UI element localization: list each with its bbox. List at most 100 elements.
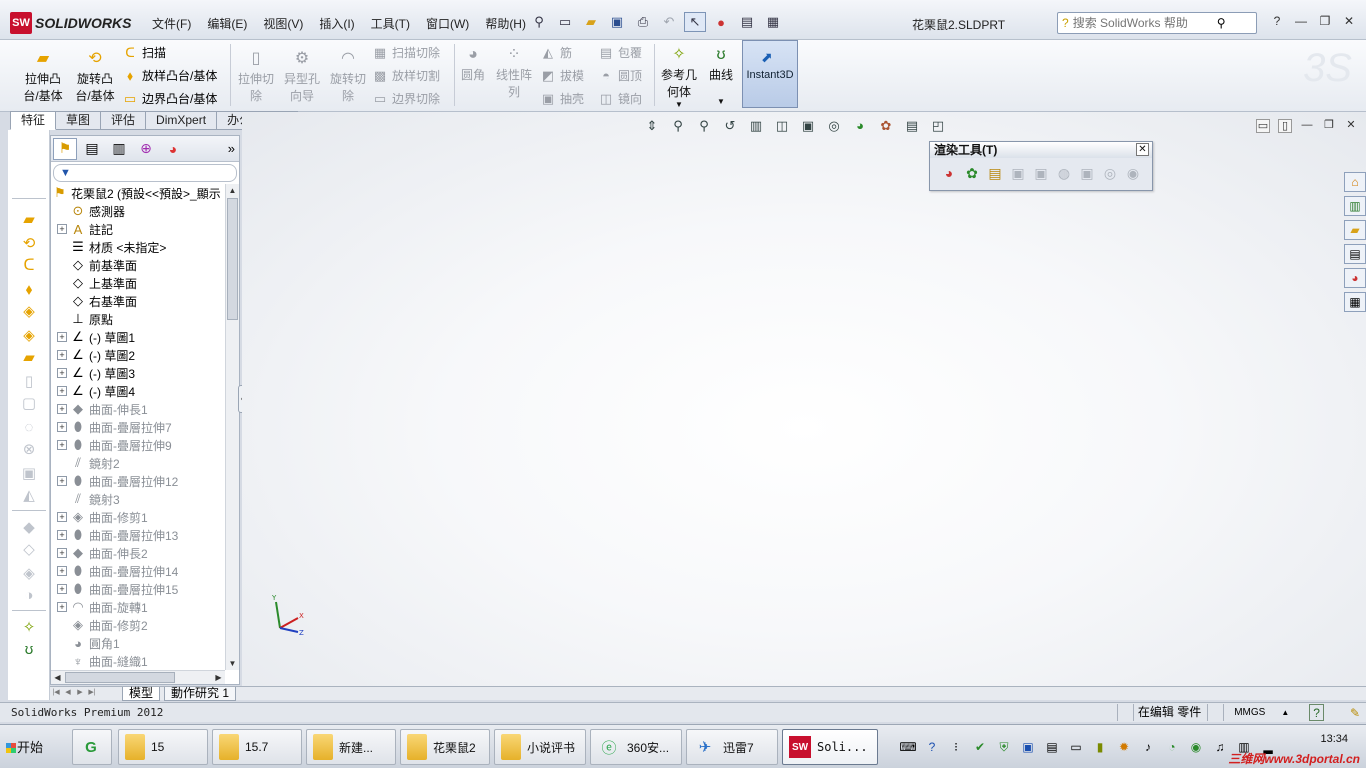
expand-plus-icon[interactable]: + <box>57 476 67 486</box>
tree-node[interactable]: ⊥ 原點 <box>51 310 225 328</box>
property-manager-tab-icon[interactable]: ▤ <box>80 138 104 160</box>
expand-plus-icon[interactable]: + <box>57 602 67 612</box>
camera-icon[interactable]: ◰ <box>928 117 948 135</box>
status-units[interactable]: MMGS <box>1223 704 1275 721</box>
zoom-to-fit-icon[interactable]: ⚲ <box>668 117 688 135</box>
tab-sketch[interactable]: 草图 <box>56 111 102 130</box>
view-palette-icon[interactable]: ▤ <box>1344 244 1366 264</box>
curves-icon[interactable]: ʊ <box>16 640 42 660</box>
solidworks-logo[interactable]: SW SOLIDWORKS <box>10 12 131 34</box>
taskbar-button-novel[interactable]: 小说评书 <box>494 729 586 765</box>
tree-node[interactable]: ☰ 材质 <未指定> <box>51 238 225 256</box>
menu-window[interactable]: 窗口(W) <box>418 12 477 35</box>
revolve-boss-button[interactable]: ⟲ 旋转凸台/基体 <box>72 50 118 104</box>
tree-node[interactable]: ◇ 前基準面 <box>51 256 225 274</box>
surface-knit-icon[interactable]: ◑ <box>16 586 42 606</box>
keyboard-icon[interactable]: ⌨ <box>899 738 917 756</box>
tree-node[interactable]: + ⬮ 曲面-疊層拉伸9 <box>51 436 225 454</box>
section-view-icon[interactable]: ▥ <box>746 117 766 135</box>
draft-button[interactable]: ◩ 拔模 <box>540 67 584 84</box>
shell-icon[interactable]: ▣ <box>16 464 42 484</box>
taskbar-button-chipmunk[interactable]: 花栗鼠2 <box>400 729 490 765</box>
sweep-button[interactable]: ᑕ 扫描 <box>122 44 166 61</box>
split-vertical-icon[interactable]: ▯ <box>1278 119 1292 133</box>
menu-help[interactable]: 帮助(H) <box>477 12 534 35</box>
restore-window-button[interactable]: ❐ <box>1316 13 1334 29</box>
final-render-icon[interactable]: ▣ <box>1078 164 1096 182</box>
expand-plus-icon[interactable]: + <box>57 350 67 360</box>
menu-edit[interactable]: 编辑(E) <box>199 12 255 35</box>
tree-root-part[interactable]: ⚑ 花栗鼠2 (預設<<預設>_顯示 <box>51 184 225 202</box>
previous-view-icon[interactable]: ↺ <box>720 117 740 135</box>
tree-node[interactable]: ◕ 圓角1 <box>51 634 225 652</box>
dome-button[interactable]: ◓ 圆顶 <box>598 67 642 84</box>
tree-node[interactable]: + ◆ 曲面-伸長2 <box>51 544 225 562</box>
minimize-window-button[interactable]: — <box>1292 13 1310 29</box>
pin-icon[interactable]: ⚲ <box>528 12 550 32</box>
help-circle-icon[interactable]: ? <box>923 738 941 756</box>
restore-doc-icon[interactable]: ❐ <box>1322 119 1336 133</box>
graphics-area[interactable]: ⇕ ⚲ ⚲ ↺ ▥ ◫ ▣ ◎ ◕ ✿ ▤ ◰ ▭ ▯ — ❐ ✕ 渲染工具(T… <box>242 112 1366 686</box>
tree-node[interactable]: + A 註記 <box>51 220 225 238</box>
expand-plus-icon[interactable]: + <box>57 422 67 432</box>
display-icon[interactable]: ▭ <box>1067 738 1085 756</box>
scroll-right-icon[interactable]: ▶ <box>212 671 225 684</box>
expand-plus-icon[interactable]: + <box>57 512 67 522</box>
taskbar-button-new[interactable]: 新建... <box>306 729 396 765</box>
last-tab-icon[interactable]: ▶| <box>86 687 98 700</box>
boundary-boss-button[interactable]: ▭ 边界凸台/基体 <box>122 90 218 107</box>
taskbar-clock[interactable]: 13:34 <box>1320 733 1348 745</box>
tree-node[interactable]: + ⬮ 曲面-疊層拉伸12 <box>51 472 225 490</box>
zoom-to-area-icon[interactable]: ⚲ <box>694 117 714 135</box>
menu-tools[interactable]: 工具(T) <box>363 12 418 35</box>
apply-scene-icon[interactable]: ✿ <box>876 117 896 135</box>
design-library-icon[interactable]: ▥ <box>1344 196 1366 216</box>
render-options-icon[interactable]: ◉ <box>1124 164 1142 182</box>
dimxpert-manager-tab-icon[interactable]: ⊕ <box>134 138 158 160</box>
fillet-button[interactable]: ◕ 圆角 <box>456 46 490 83</box>
tree-node[interactable]: + ⬮ 曲面-疊層拉伸7 <box>51 418 225 436</box>
tray-app-icon[interactable]: ▣ <box>1019 738 1037 756</box>
rebuild-pencil-icon[interactable]: ✎ <box>1350 706 1360 720</box>
loft-boss-button[interactable]: ⬧ 放样凸台/基体 <box>122 67 217 84</box>
expand-plus-icon[interactable]: + <box>57 368 67 378</box>
reference-geometry-button[interactable]: ✧ 参考几何体 ▼ <box>658 46 700 109</box>
surface-trim-icon[interactable]: ◈ <box>16 564 42 584</box>
reference-geometry-icon[interactable]: ✧ <box>16 618 42 638</box>
decals-icon[interactable]: ▤ <box>986 164 1004 182</box>
linear-pattern-button[interactable]: ⁘ 线性阵列 <box>492 46 536 100</box>
tree-node[interactable]: + ∠ (-) 草圖3 <box>51 364 225 382</box>
volume-icon[interactable]: ♪ <box>1139 738 1157 756</box>
curves-button[interactable]: ʊ 曲线 ▼ <box>704 46 738 106</box>
status-help-icon[interactable]: ? <box>1309 704 1324 721</box>
expand-plus-icon[interactable]: + <box>57 386 67 396</box>
tree-node[interactable]: + ∠ (-) 草圖1 <box>51 328 225 346</box>
open-folder-icon[interactable]: ▰ <box>580 12 602 32</box>
select-pointer-icon[interactable]: ↖ <box>684 12 706 32</box>
split-horizontal-icon[interactable]: ▭ <box>1256 119 1270 133</box>
ime-icon[interactable]: ◔ <box>1163 738 1181 756</box>
more-tabs-chevron-icon[interactable]: » <box>228 141 235 156</box>
sweep-cut-button[interactable]: ▦ 扫描切除 <box>372 44 440 61</box>
mirror-button[interactable]: ◫ 镜向 <box>598 90 642 107</box>
file-explorer-icon[interactable]: ▰ <box>1344 220 1366 240</box>
sweep-icon[interactable]: ᑕ <box>16 256 42 276</box>
tree-node[interactable]: + ⬮ 曲面-疊層拉伸15 <box>51 580 225 598</box>
hole-icon[interactable]: ⊗ <box>16 440 42 460</box>
edit-appearance-icon[interactable]: ◕ <box>940 164 958 182</box>
tree-node[interactable]: ⫽ 鏡射3 <box>51 490 225 508</box>
expand-plus-icon[interactable]: + <box>57 404 67 414</box>
undo-icon[interactable]: ↶ <box>658 12 680 32</box>
scroll-left-icon[interactable]: ◀ <box>51 671 64 684</box>
boundary-cut-button[interactable]: ▭ 边界切除 <box>372 90 440 107</box>
rib-button[interactable]: ◭ 筋 <box>540 44 572 61</box>
boundary-boss-icon[interactable]: ◈ <box>16 302 42 322</box>
sweep-cut-icon[interactable]: ◌ <box>16 418 42 438</box>
instant3d-button[interactable]: ⬈ Instant3D <box>742 40 798 108</box>
network-icon[interactable]: ◉ <box>1187 738 1205 756</box>
first-tab-icon[interactable]: |◀ <box>50 687 62 700</box>
extrude-cut-button[interactable]: ▯ 拉伸切除 <box>234 50 278 104</box>
close-window-button[interactable]: ✕ <box>1340 13 1358 29</box>
taskbar-button-solidworks[interactable]: SW Soli... <box>782 729 878 765</box>
scroll-thumb[interactable] <box>227 198 238 320</box>
